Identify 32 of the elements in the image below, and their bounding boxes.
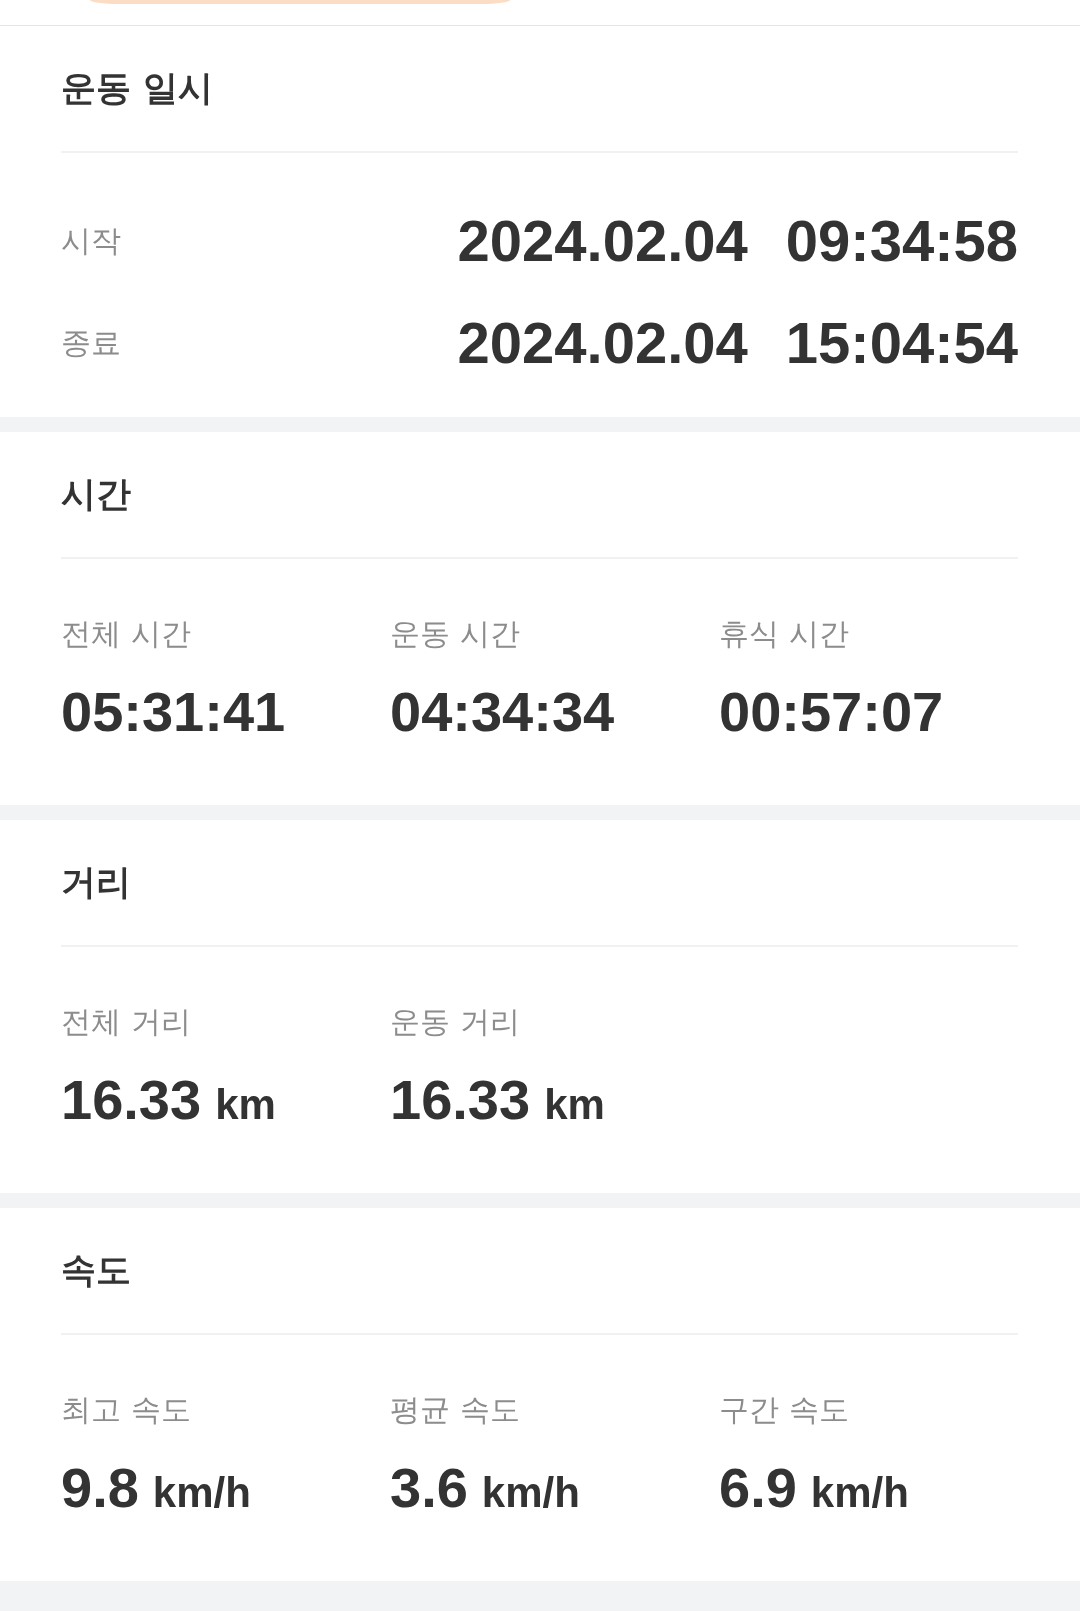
stat-label: 휴식 시간 (719, 615, 849, 653)
row-label: 시작 (61, 221, 121, 260)
stat-value: 9.8 (61, 1457, 139, 1519)
stat-value: 05:31:41 (61, 681, 286, 743)
stat-label: 구간 속도 (719, 1391, 849, 1429)
stat-unit: km/h (481, 1469, 580, 1517)
stat-unit: km/h (152, 1469, 251, 1517)
time-value: 09:34:58 (785, 208, 1018, 274)
stat-label: 전체 시간 (61, 615, 191, 653)
stat-label: 평균 속도 (390, 1391, 520, 1429)
section-title: 거리 (61, 861, 131, 904)
stat-value: 00:57:07 (719, 681, 944, 743)
stat-unit: km (215, 1081, 276, 1129)
button-edge[interactable] (90, 0, 510, 4)
time-value: 15:04:54 (785, 310, 1018, 376)
stat-label: 최고 속도 (61, 1391, 191, 1429)
stat-value: 04:34:34 (390, 681, 615, 743)
row-label: 종료 (61, 323, 121, 362)
stat-unit: km (544, 1081, 605, 1129)
section-title: 시간 (61, 473, 131, 516)
section-title: 속도 (61, 1249, 131, 1292)
stat-value: 3.6 (390, 1457, 468, 1519)
section-title: 운동 일시 (61, 67, 214, 110)
stat-value: 16.33 (61, 1069, 202, 1131)
stat-label: 운동 시간 (390, 615, 520, 653)
date-value: 2024.02.04 (457, 310, 748, 376)
date-value: 2024.02.04 (457, 208, 748, 274)
stat-label: 전체 거리 (61, 1003, 191, 1041)
stat-value: 6.9 (719, 1457, 797, 1519)
stat-label: 운동 거리 (390, 1003, 520, 1041)
stat-value: 16.33 (390, 1069, 531, 1131)
stat-unit: km/h (810, 1469, 909, 1517)
